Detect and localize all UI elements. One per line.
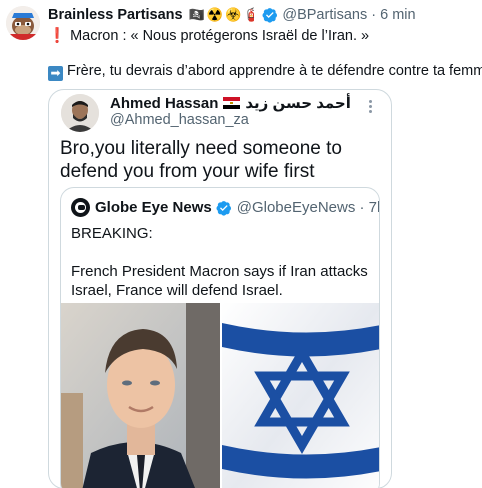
media-grid[interactable] xyxy=(61,303,379,488)
quoted-author-arabic-name: أحمد حسن زيد xyxy=(245,95,351,112)
nested-timestamp[interactable]: 7h xyxy=(369,199,379,216)
nested-author-handle[interactable]: @GlobeEyeNews xyxy=(237,199,356,216)
nested-quote-text: French President Macron says if Iran att… xyxy=(71,263,368,299)
nested-author-name[interactable]: Globe Eye News xyxy=(95,199,212,216)
author-avatar[interactable] xyxy=(6,6,40,40)
israel-flag-image[interactable] xyxy=(222,303,379,488)
nested-quote-header: Globe Eye News @GlobeEyeNews · 7h xyxy=(71,198,379,217)
tweet-text-reply: Frère, tu devrais d’abord apprendre à te… xyxy=(67,63,482,79)
verified-badge-icon xyxy=(216,200,232,216)
pirate-flag-emoji: 🏴‍☠️ xyxy=(188,7,205,22)
quoted-author-name[interactable]: Ahmed Hassan xyxy=(110,95,218,112)
macron-portrait-image[interactable] xyxy=(61,303,220,488)
extinguisher-emoji: 🧯 xyxy=(243,7,260,22)
radioactive-emoji: ☢️ xyxy=(206,7,223,22)
verified-badge-icon xyxy=(262,7,278,23)
quoted-tweet-card[interactable]: Ahmed Hassan أحمد حسن زيد @Ahmed_hassan_… xyxy=(48,89,392,488)
tweet-text-line-2: ➡ Frère, tu devrais d’abord apprendre à t… xyxy=(48,62,482,81)
egypt-flag-icon xyxy=(223,97,241,109)
timestamp[interactable]: 6 min xyxy=(380,7,415,23)
breaking-label: BREAKING: xyxy=(71,225,153,242)
tweet-header: Brainless Partisans 🏴‍☠️ ☢️ ☣️ 🧯 @BParti… xyxy=(48,5,416,25)
tweet-text-line-1: ❗ Macron : « Nous protégerons Israël de l… xyxy=(48,27,369,46)
exclamation-emoji: ❗ xyxy=(48,28,67,44)
meta-separator: · xyxy=(371,7,377,23)
author-name-emojis: 🏴‍☠️ ☢️ ☣️ 🧯 xyxy=(189,7,260,23)
globe-eye-logo-icon[interactable] xyxy=(71,198,90,217)
biohazard-emoji: ☣️ xyxy=(224,7,242,22)
tweet[interactable]: Brainless Partisans 🏴‍☠️ ☢️ ☣️ 🧯 @BParti… xyxy=(0,0,482,488)
author-name[interactable]: Brainless Partisans xyxy=(48,7,183,23)
quoted-author-name-row: Ahmed Hassan أحمد حسن زيد xyxy=(110,94,351,113)
quoted-tweet-text: Bro,you literally need someone to defend… xyxy=(60,138,342,182)
quoted-author-handle[interactable]: @Ahmed_hassan_za xyxy=(110,112,249,128)
author-handle[interactable]: @BPartisans xyxy=(282,7,367,23)
tweet-text-quote: Macron : « Nous protégerons Israël de l’… xyxy=(70,28,370,44)
meta-separator: · xyxy=(359,199,365,216)
more-options-icon[interactable] xyxy=(369,100,373,113)
right-arrow-emoji: ➡ xyxy=(48,66,63,81)
nested-quote-card[interactable]: Globe Eye News @GlobeEyeNews · 7h BREAKI… xyxy=(60,187,380,488)
quoted-author-avatar[interactable] xyxy=(61,94,99,132)
